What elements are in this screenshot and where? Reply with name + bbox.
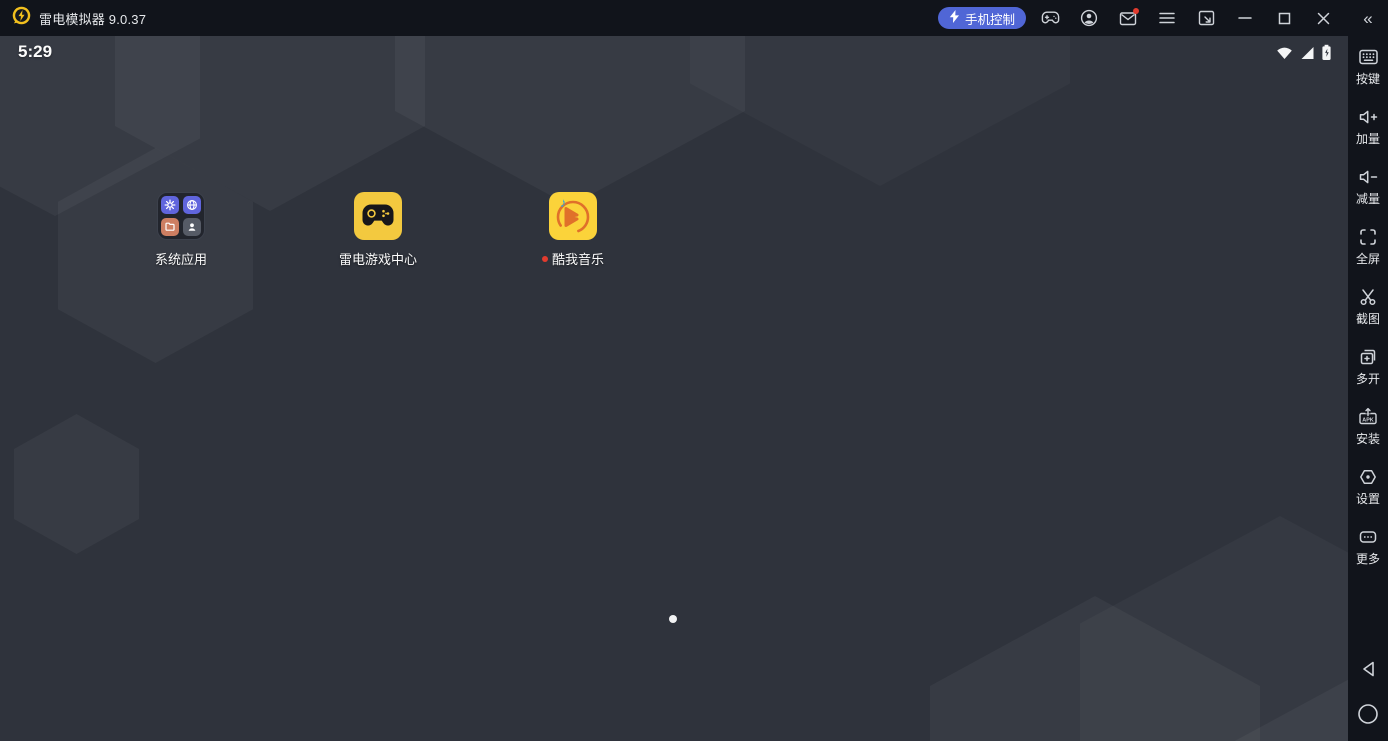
- app-ld-game-center[interactable]: 雷电游戏中心: [313, 192, 443, 268]
- hexagon-decoration: [14, 414, 139, 554]
- tool-more[interactable]: 更多: [1348, 522, 1388, 582]
- tool-fullscreen[interactable]: 全屏: [1348, 222, 1388, 282]
- files-mini-icon: [161, 218, 179, 236]
- tool-settings[interactable]: 设置: [1348, 462, 1388, 522]
- toolbar-sidebar: « 按键 加量: [1348, 0, 1388, 741]
- maximize-button[interactable]: [1269, 4, 1299, 32]
- phone-control-button[interactable]: 手机控制: [938, 7, 1026, 29]
- window-title: 雷电模拟器 9.0.37: [39, 9, 146, 28]
- tool-label: 截图: [1356, 310, 1380, 327]
- tool-label: 按键: [1356, 70, 1380, 87]
- tool-label: 加量: [1356, 130, 1380, 147]
- android-desktop: 5:29: [0, 36, 1348, 741]
- tool-label: 全屏: [1356, 250, 1380, 267]
- clock: 5:29: [18, 42, 52, 62]
- close-button[interactable]: [1308, 4, 1338, 32]
- android-back-button[interactable]: [1359, 659, 1377, 679]
- lightning-icon: [949, 10, 960, 26]
- settings-mini-icon: [161, 196, 179, 214]
- tool-multi-instance[interactable]: 多开: [1348, 342, 1388, 402]
- app-label: 雷电游戏中心: [339, 249, 417, 268]
- wifi-icon: [1276, 46, 1293, 65]
- emulator-window: 雷电模拟器 9.0.37 手机控制: [0, 0, 1388, 741]
- browser-mini-icon: [183, 196, 201, 214]
- account-icon[interactable]: [1074, 4, 1104, 32]
- app-label: 酷我音乐: [542, 249, 604, 268]
- mini-window-icon[interactable]: [1191, 4, 1221, 32]
- system-apps-folder-icon: [157, 192, 205, 240]
- signal-icon: [1299, 46, 1315, 65]
- app-system-apps-folder[interactable]: 系统应用: [116, 192, 246, 268]
- menu-icon[interactable]: [1152, 4, 1182, 32]
- ld-game-center-icon: [354, 192, 402, 240]
- mail-notification-dot: [1133, 8, 1139, 14]
- tool-volume-up[interactable]: 加量: [1348, 102, 1388, 162]
- titlebar: 雷电模拟器 9.0.37 手机控制: [0, 0, 1348, 36]
- hexagon-decoration: [690, 36, 1070, 186]
- tool-volume-down[interactable]: 减量: [1348, 162, 1388, 222]
- mail-icon[interactable]: [1113, 4, 1143, 32]
- contacts-mini-icon: [183, 218, 201, 236]
- notification-dot: [542, 256, 548, 262]
- app-label: 系统应用: [155, 249, 207, 268]
- tool-screenshot[interactable]: 截图: [1348, 282, 1388, 342]
- app-kuwo-music[interactable]: ♪ 酷我音乐: [508, 192, 638, 268]
- tool-keymapping[interactable]: 按键: [1348, 42, 1388, 102]
- tool-label: 减量: [1356, 190, 1380, 207]
- page-indicator-dot: [669, 615, 677, 623]
- tool-label: 更多: [1356, 550, 1380, 567]
- collapse-sidebar-button[interactable]: «: [1348, 0, 1388, 36]
- tool-apk-install[interactable]: APK 安装: [1348, 402, 1388, 462]
- game-center-icon[interactable]: [1035, 4, 1065, 32]
- android-home-button[interactable]: [1357, 703, 1379, 725]
- minimize-button[interactable]: [1230, 4, 1260, 32]
- tool-label: 设置: [1356, 490, 1380, 507]
- battery-icon: [1321, 44, 1332, 66]
- app-logo-icon: [12, 6, 31, 30]
- apk-text: APK: [1362, 418, 1373, 424]
- kuwo-music-icon: ♪: [549, 192, 597, 240]
- music-note-glyph: ♪: [560, 195, 567, 210]
- tool-label: 多开: [1356, 370, 1380, 387]
- tool-label: 安装: [1356, 430, 1380, 447]
